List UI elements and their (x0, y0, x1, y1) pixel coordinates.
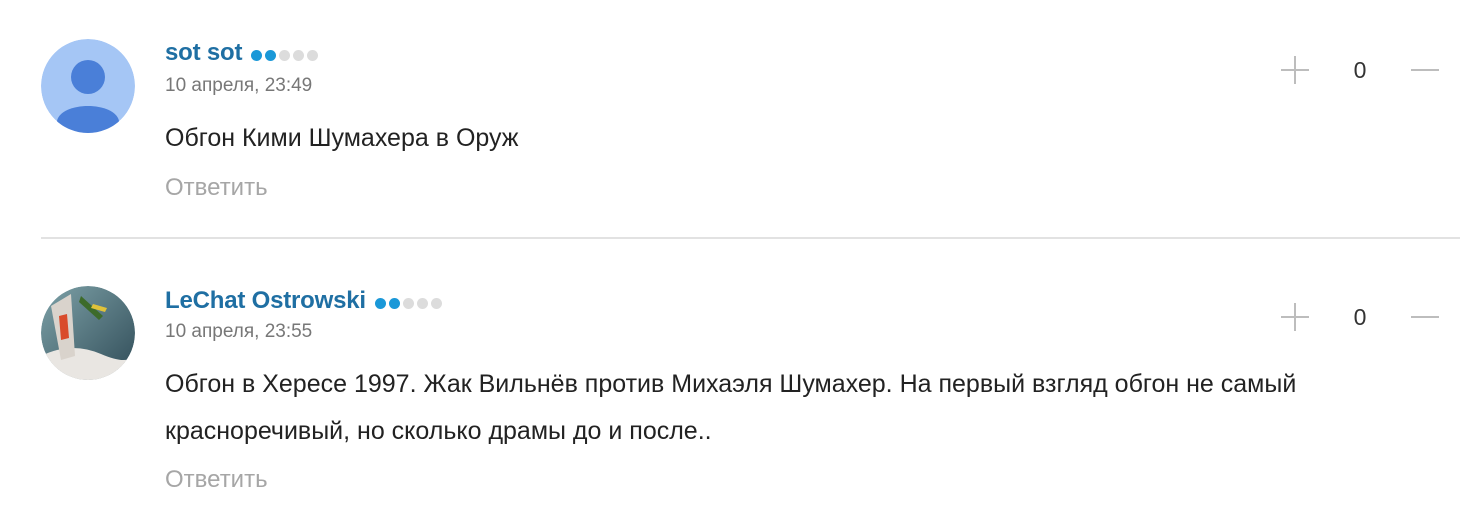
rating-dot (388, 297, 400, 309)
comment-item: sot sot 10 апреля, 23:49 Обгон Кими Шума… (0, 0, 1460, 238)
rating-dot (430, 297, 442, 309)
rating-dot (265, 49, 277, 61)
author-name[interactable]: LeChat Ostrowski (165, 287, 366, 315)
user-rating (251, 49, 321, 61)
vote-count: 0 (1353, 303, 1367, 330)
vote-controls: 0 (1280, 297, 1440, 337)
vote-controls: 0 (1280, 50, 1440, 90)
rating-dot (293, 49, 305, 61)
rating-dot (307, 49, 319, 61)
rating-dot (416, 297, 428, 309)
author-name[interactable]: sot sot (165, 39, 242, 67)
rating-dot (251, 49, 263, 61)
photo-avatar-icon (41, 286, 135, 380)
avatar[interactable] (41, 39, 135, 133)
author-line: LeChat Ostrowski (165, 286, 445, 316)
comment-item: LeChat Ostrowski 10 апреля, 23:55 Обгон … (0, 240, 1460, 506)
vote-count: 0 (1353, 56, 1367, 83)
author-line: sot sot (165, 38, 321, 68)
minus-icon[interactable] (1410, 55, 1440, 85)
reply-button[interactable]: Ответить (165, 466, 268, 494)
comment-text: Обгон Кими Шумахера в Оруж (165, 124, 519, 152)
user-icon (41, 39, 135, 133)
plus-icon[interactable] (1280, 302, 1310, 332)
comment-text: Обгон в Хересе 1997. Жак Вильнёв против … (165, 370, 1297, 445)
rating-dot (374, 297, 386, 309)
comment-divider (41, 237, 1460, 239)
reply-button[interactable]: Ответить (165, 174, 268, 202)
comment-timestamp: 10 апреля, 23:49 (165, 75, 313, 96)
user-rating (374, 297, 445, 309)
plus-icon[interactable] (1280, 55, 1310, 85)
minus-icon[interactable] (1410, 302, 1440, 332)
rating-dot (402, 297, 414, 309)
avatar[interactable] (41, 286, 135, 380)
comment-timestamp: 10 апреля, 23:55 (165, 321, 313, 342)
rating-dot (279, 49, 291, 61)
